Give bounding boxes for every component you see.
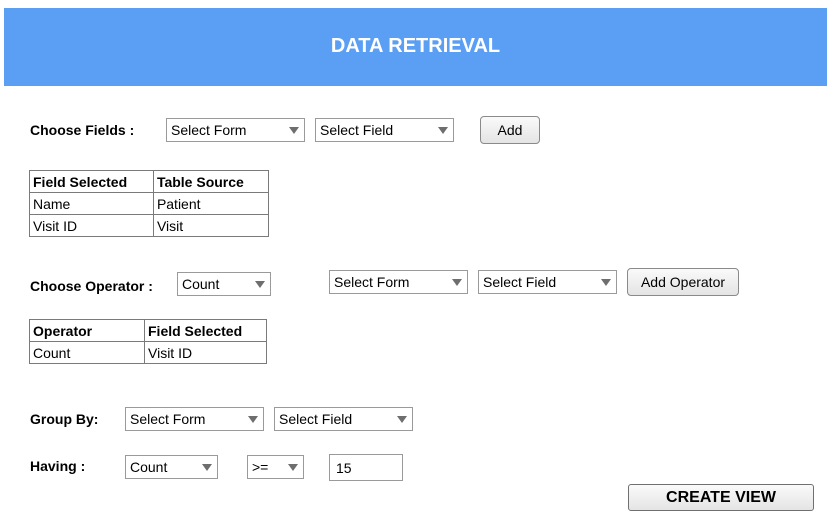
table-cell: Visit ID [29,214,154,237]
chevron-down-icon [392,408,412,430]
group-by-label: Group By: [30,411,99,427]
table-cell: Visit [152,214,270,237]
table-row: Count Visit ID [29,341,267,364]
page-title: DATA RETRIEVAL [330,34,501,57]
having-label: Having : [30,458,86,474]
choose-fields-form-select[interactable]: Select Form [166,118,305,142]
group-by-form-select[interactable]: Select Form [125,407,264,431]
table-cell: Patient [152,192,270,215]
column-header: Field Selected [29,170,154,193]
operator-table: Operator Field Selected Count Visit ID [29,319,267,364]
chevron-down-icon [284,119,304,141]
table-cell: Visit ID [144,341,267,364]
table-cell: Name [29,192,154,215]
chevron-down-icon [243,408,263,430]
chevron-down-icon [433,119,453,141]
table-header-row: Field Selected Table Source [29,170,270,193]
having-value-input[interactable]: 15 [329,454,403,481]
chevron-down-icon [197,456,217,478]
create-view-button[interactable]: CREATE VIEW [628,484,814,511]
add-field-button[interactable]: Add [480,116,540,144]
operator-field-select[interactable]: Select Field [478,270,617,294]
table-row: Name Patient [29,192,270,215]
choose-fields-label: Choose Fields : [30,122,135,138]
having-comparison-select[interactable]: >= [247,455,304,479]
table-cell: Count [29,341,145,364]
add-operator-button[interactable]: Add Operator [627,268,739,296]
table-header-row: Operator Field Selected [29,319,267,342]
having-operator-select[interactable]: Count [125,455,218,479]
chevron-down-icon [596,271,616,293]
group-by-field-select[interactable]: Select Field [274,407,413,431]
choose-operator-label: Choose Operator : [30,278,153,294]
chevron-down-icon [283,456,303,478]
table-row: Visit ID Visit [29,214,270,237]
choose-fields-field-select[interactable]: Select Field [315,118,454,142]
column-header: Field Selected [144,319,267,342]
operator-select[interactable]: Count [177,272,271,296]
column-header: Table Source [152,170,270,193]
page-header: DATA RETRIEVAL [4,8,827,86]
operator-form-select[interactable]: Select Form [329,270,468,294]
column-header: Operator [29,319,145,342]
chevron-down-icon [447,271,467,293]
chevron-down-icon [250,273,270,295]
fields-selected-table: Field Selected Table Source Name Patient… [29,170,270,237]
